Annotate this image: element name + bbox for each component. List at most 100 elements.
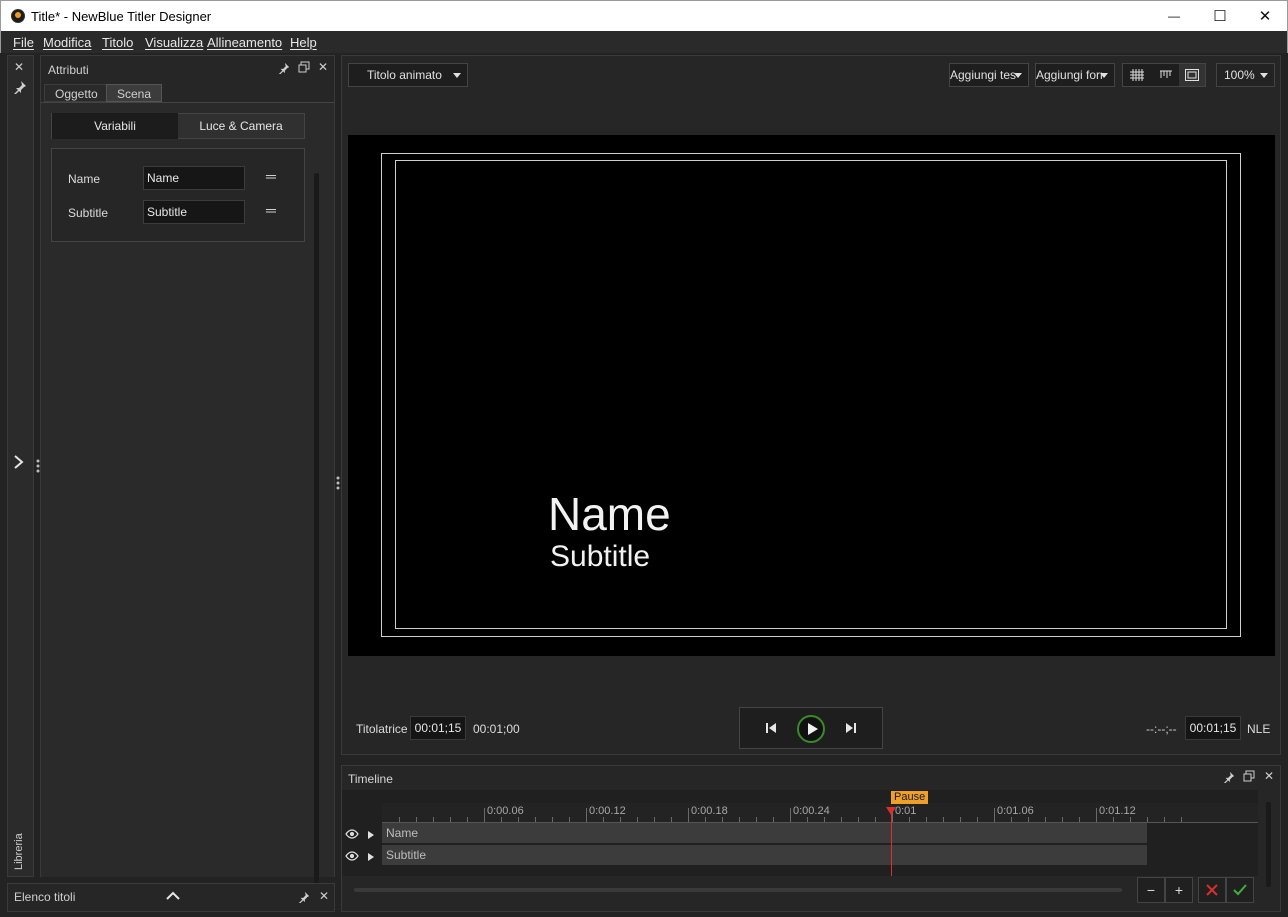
confirm-button[interactable] <box>1226 877 1254 903</box>
grid-icon[interactable] <box>1130 69 1144 84</box>
titler-label: Titolatrice <box>356 722 408 736</box>
safe-area-toggle[interactable] <box>1179 64 1205 86</box>
cancel-button[interactable] <box>1198 877 1226 903</box>
cancel-x-icon <box>1206 884 1218 896</box>
window-titlebar: Title* - NewBlue Titler Designer — ☐ ✕ <box>0 0 1288 31</box>
add-shape-label: Aggiungi forma <box>1036 68 1102 82</box>
variable-label-name: Name <box>68 172 101 186</box>
close-icon: ✕ <box>1258 8 1272 25</box>
pin-icon[interactable] <box>298 891 310 906</box>
close-button[interactable]: ✕ <box>1242 1 1288 31</box>
menu-titolo[interactable]: Titolo <box>102 35 133 50</box>
preview-panel: Titolo animato Aggiungi testo Aggiungi f… <box>341 55 1281 755</box>
timeline-ruler[interactable]: 0:00.06 0:00.12 0:00.18 0:00.24 0:01 0:0… <box>382 803 1258 823</box>
chevron-up-icon[interactable] <box>166 890 180 904</box>
playhead-marker-icon[interactable] <box>886 804 896 818</box>
zoom-in-button[interactable]: + <box>1165 877 1193 903</box>
expand-track-icon[interactable] <box>368 850 374 864</box>
chevron-down-icon <box>1100 73 1108 78</box>
titler-duration-field[interactable]: 00:01;15 <box>410 716 466 740</box>
attributes-panel: Attributi ✕ Oggetto Scena Variabili Luce… <box>40 55 335 901</box>
expand-track-icon[interactable] <box>368 828 374 842</box>
window-title: Title* - NewBlue Titler Designer <box>31 9 212 24</box>
close-icon[interactable]: ✕ <box>1264 769 1274 783</box>
transport-controls <box>739 707 883 749</box>
ruler-tick-label: 0:00.12 <box>589 805 626 817</box>
variable-input-subtitle[interactable]: Subtitle <box>143 200 245 224</box>
chevron-down-icon <box>453 73 461 78</box>
library-label[interactable]: Libreria <box>13 832 29 872</box>
canvas-name-text[interactable]: Name <box>548 487 671 541</box>
visibility-eye-icon[interactable] <box>345 828 359 842</box>
ruler-tick-label: 0:01.06 <box>997 805 1034 817</box>
maximize-button[interactable]: ☐ <box>1197 1 1243 31</box>
checkmark-icon <box>1233 884 1247 896</box>
title-safe-frame <box>395 160 1227 629</box>
ruler-tick-label: 0:00.18 <box>691 805 728 817</box>
skip-back-icon[interactable] <box>765 722 777 737</box>
expand-chevron-icon[interactable] <box>12 454 26 473</box>
minus-icon: − <box>1146 882 1156 898</box>
tab-scena[interactable]: Scena <box>106 84 163 102</box>
zoom-out-button[interactable]: − <box>1137 877 1165 903</box>
menu-bar: File Modifica Titolo Visualizza Allineam… <box>0 31 1288 53</box>
library-strip: ✕ Libreria <box>7 55 40 877</box>
float-window-icon[interactable] <box>1243 770 1255 785</box>
add-shape-dropdown[interactable]: Aggiungi forma <box>1035 63 1115 87</box>
title-canvas[interactable]: Name Subtitle <box>348 135 1275 656</box>
nle-in-time: --:--;-- <box>1146 722 1177 736</box>
variable-menu-icon[interactable]: ═ <box>266 168 276 184</box>
splitter-handle-icon[interactable] <box>336 475 340 494</box>
minimize-button[interactable]: — <box>1151 1 1197 31</box>
menu-help[interactable]: Help <box>290 35 317 50</box>
timeline-vertical-scrollbar[interactable] <box>1266 802 1271 887</box>
ruler-icon[interactable] <box>1159 69 1173 84</box>
pin-icon[interactable] <box>13 80 27 97</box>
maximize-icon: ☐ <box>1213 8 1227 25</box>
current-time: 00:01;00 <box>473 722 520 736</box>
skip-forward-icon[interactable] <box>845 722 857 737</box>
close-icon[interactable]: ✕ <box>14 60 24 74</box>
scene-properties: Variabili Luce & Camera Name Name ═ Subt… <box>41 102 334 901</box>
ruler-tick-label: 0:01.12 <box>1099 805 1136 817</box>
title-list-panel: Elenco titoli ✕ <box>7 883 335 912</box>
timeline-horizontal-scrollbar[interactable] <box>354 888 1122 892</box>
pin-icon[interactable] <box>278 62 290 77</box>
pin-icon[interactable] <box>1223 771 1235 786</box>
track-name[interactable]: Name <box>382 823 1147 843</box>
add-text-label: Aggiungi testo <box>950 68 1016 82</box>
zoom-value: 100% <box>1224 68 1255 82</box>
canvas-subtitle-text[interactable]: Subtitle <box>550 540 650 574</box>
menu-file[interactable]: File <box>13 35 34 50</box>
track-subtitle[interactable]: Subtitle <box>382 845 1147 865</box>
menu-modifica[interactable]: Modifica <box>43 35 91 50</box>
variable-label-subtitle: Subtitle <box>68 206 109 220</box>
visibility-eye-icon[interactable] <box>345 850 359 864</box>
menu-allineamento[interactable]: Allineamento <box>207 35 282 50</box>
attributes-scrollbar[interactable] <box>314 173 319 901</box>
segment-luce-camera[interactable]: Luce & Camera <box>178 113 304 139</box>
attributes-title: Attributi <box>48 63 89 77</box>
title-type-value: Titolo animato <box>367 68 442 82</box>
ruler-tick-label: 0:00.06 <box>487 805 524 817</box>
add-text-dropdown[interactable]: Aggiungi testo <box>949 63 1029 87</box>
tab-oggetto[interactable]: Oggetto <box>44 84 109 102</box>
variables-box: Name Name ═ Subtitle Subtitle ═ <box>51 148 305 242</box>
nle-label: NLE <box>1247 722 1271 736</box>
timeline-panel: Timeline ✕ 0:00.06 0:00.12 0:00.18 0:00.… <box>341 765 1281 912</box>
menu-visualizza[interactable]: Visualizza <box>145 35 203 50</box>
playhead-status-badge: Pause <box>891 791 929 804</box>
nle-duration-field[interactable]: 00:01;15 <box>1185 716 1241 740</box>
timeline-title: Timeline <box>348 772 393 786</box>
float-window-icon[interactable] <box>298 61 310 76</box>
plus-icon: + <box>1174 882 1184 898</box>
zoom-dropdown[interactable]: 100% <box>1216 63 1275 87</box>
segment-variabili[interactable]: Variabili <box>52 113 178 139</box>
playhead[interactable] <box>891 808 892 876</box>
close-icon[interactable]: ✕ <box>318 60 328 74</box>
play-button[interactable] <box>797 715 825 743</box>
title-type-dropdown[interactable]: Titolo animato <box>348 63 468 87</box>
variable-menu-icon[interactable]: ═ <box>266 202 276 218</box>
variable-input-name[interactable]: Name <box>143 166 245 190</box>
close-icon[interactable]: ✕ <box>319 889 329 903</box>
